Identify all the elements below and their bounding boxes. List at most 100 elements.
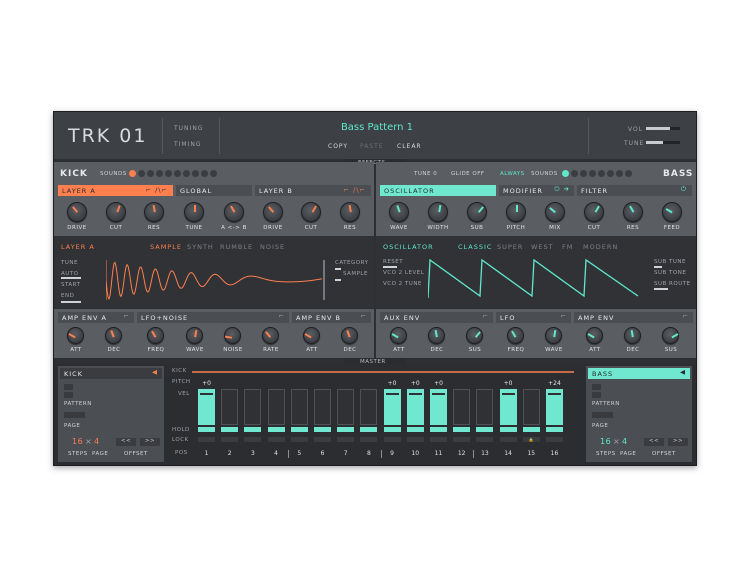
step-hold[interactable]	[290, 427, 308, 432]
bass-sounds-selector[interactable]	[562, 170, 632, 177]
step-hold[interactable]	[267, 427, 285, 432]
filter-res-knob[interactable]	[623, 202, 643, 222]
step-velocity-14[interactable]	[499, 389, 517, 425]
amp-env-a-dec-knob[interactable]	[105, 327, 122, 344]
step-hold[interactable]	[453, 427, 471, 432]
step-lock[interactable]	[546, 437, 563, 442]
reset-toggle[interactable]	[383, 266, 397, 268]
step-velocity-12[interactable]	[453, 389, 471, 425]
tab-rumble[interactable]: RUMBLE	[220, 243, 253, 251]
sub-tune-param[interactable]: SUB TUNE	[654, 259, 686, 265]
mod-pitch-knob[interactable]	[506, 202, 526, 222]
vco2-tune-param[interactable]: VCO 2 TUNE	[383, 281, 422, 287]
osc-width-knob[interactable]	[428, 202, 448, 222]
start-param[interactable]: START	[61, 282, 80, 288]
modifier-header[interactable]: MODIFIER ⏻ ➔	[499, 185, 574, 196]
lfo-freq-knob[interactable]	[147, 327, 164, 344]
bass-tune-label[interactable]: TUNE 0	[414, 171, 437, 177]
tab-sample[interactable]: SAMPLE	[150, 243, 182, 251]
timing-button[interactable]: TIMING	[174, 141, 202, 148]
bass-lfo-wave-knob[interactable]	[545, 327, 562, 344]
filter-feed-knob[interactable]	[662, 202, 682, 222]
bass-amp-att-knob[interactable]	[586, 327, 603, 344]
preset-name[interactable]: Bass Pattern 1	[312, 122, 442, 133]
volume-slider[interactable]	[646, 127, 680, 130]
tab-synth[interactable]: SYNTH	[187, 243, 214, 251]
tuning-button[interactable]: TUNING	[174, 125, 203, 132]
tab-noise[interactable]: NOISE	[260, 243, 285, 251]
bass-lfo-freq-knob[interactable]	[507, 327, 524, 344]
step-lock[interactable]	[406, 437, 424, 442]
amp-env-b-dec-knob[interactable]	[341, 327, 358, 344]
sub-tune-slider[interactable]	[654, 266, 662, 268]
step-velocity-3[interactable]	[244, 389, 262, 425]
glide-label[interactable]: GLIDE OFF	[451, 171, 485, 177]
step-lock[interactable]	[360, 437, 378, 442]
step-pitch[interactable]: +24	[546, 380, 563, 387]
auto-toggle[interactable]	[61, 277, 81, 279]
paste-button[interactable]: PASTE	[360, 143, 384, 150]
category-toggle[interactable]	[335, 268, 341, 270]
step-velocity-8[interactable]	[360, 389, 378, 425]
step-hold[interactable]	[476, 427, 494, 432]
end-slider[interactable]	[61, 301, 81, 303]
step-hold[interactable]	[430, 427, 447, 432]
osc-wave-knob[interactable]	[389, 202, 409, 222]
step-lock[interactable]	[267, 437, 285, 442]
sample-label[interactable]: SAMPLE	[343, 271, 368, 277]
step-lock[interactable]	[198, 437, 215, 442]
bass-amp-dec-knob[interactable]	[624, 327, 641, 344]
step-lock[interactable]	[499, 437, 517, 442]
step-pitch[interactable]: +0	[407, 380, 424, 387]
step-lock[interactable]	[476, 437, 494, 442]
step-hold[interactable]	[360, 427, 378, 432]
step-lock[interactable]	[314, 437, 331, 442]
step-velocity-13[interactable]	[476, 389, 494, 425]
kick-page-value[interactable]: 4	[94, 437, 100, 446]
step-velocity-15[interactable]	[522, 389, 540, 425]
step-lock[interactable]	[337, 437, 355, 442]
step-lock[interactable]	[383, 437, 401, 442]
step-hold[interactable]	[337, 427, 355, 432]
aux-dec-knob[interactable]	[428, 327, 445, 344]
layer-a-res-knob[interactable]	[144, 202, 164, 222]
step-velocity-5[interactable]	[290, 389, 308, 425]
layer-a-header[interactable]: LAYER A ⌐ /\⌐	[58, 185, 173, 196]
osc-sub-knob[interactable]	[467, 202, 487, 222]
sample-toggle[interactable]	[335, 279, 341, 281]
sub-tone-param[interactable]: SUB TONE	[654, 270, 686, 276]
reset-param[interactable]: RESET	[383, 259, 403, 265]
bass-offset-right[interactable]: >>	[668, 438, 688, 446]
step-lock[interactable]	[244, 437, 262, 442]
layer-b-header[interactable]: LAYER B ⌐ /\⌐	[255, 185, 371, 196]
step-hold[interactable]	[546, 427, 563, 432]
tab-west[interactable]: WEST	[531, 243, 554, 251]
oscillator-header[interactable]: OSCILLATOR	[380, 185, 496, 196]
tab-modern[interactable]: MODERN	[583, 243, 618, 251]
lfo-wave-knob[interactable]	[186, 327, 203, 344]
step-hold[interactable]	[406, 427, 424, 432]
bass-amp-sus-knob[interactable]	[662, 327, 679, 344]
step-pitch[interactable]: +0	[384, 380, 401, 387]
step-velocity-4[interactable]	[267, 389, 285, 425]
sub-route-param[interactable]: SUB ROUTE	[654, 281, 691, 287]
bass-offset-left[interactable]: <<	[644, 438, 664, 446]
step-velocity-10[interactable]	[406, 389, 424, 425]
bass-steps-value[interactable]: 16	[600, 437, 611, 446]
aux-att-knob[interactable]	[390, 327, 407, 344]
bass-page-value[interactable]: 4	[622, 437, 628, 446]
tab-fm[interactable]: FM	[562, 243, 573, 251]
modifier-power-icon[interactable]: ⏻ ➔	[554, 185, 570, 194]
end-param[interactable]: END	[61, 293, 74, 299]
step-velocity-16[interactable]	[546, 389, 563, 425]
aux-sus-knob[interactable]	[466, 327, 483, 344]
sub-route-slider[interactable]	[654, 288, 668, 290]
step-pitch[interactable]: +0	[500, 380, 517, 387]
step-hold[interactable]	[221, 427, 239, 432]
kick-offset-right[interactable]: >>	[140, 438, 160, 446]
step-velocity-2[interactable]	[221, 389, 239, 425]
step-pitch[interactable]: +0	[430, 380, 447, 387]
vco2-level-param[interactable]: VCO 2 LEVEL	[383, 270, 424, 276]
step-hold[interactable]	[383, 427, 401, 432]
step-lock[interactable]	[430, 437, 447, 442]
